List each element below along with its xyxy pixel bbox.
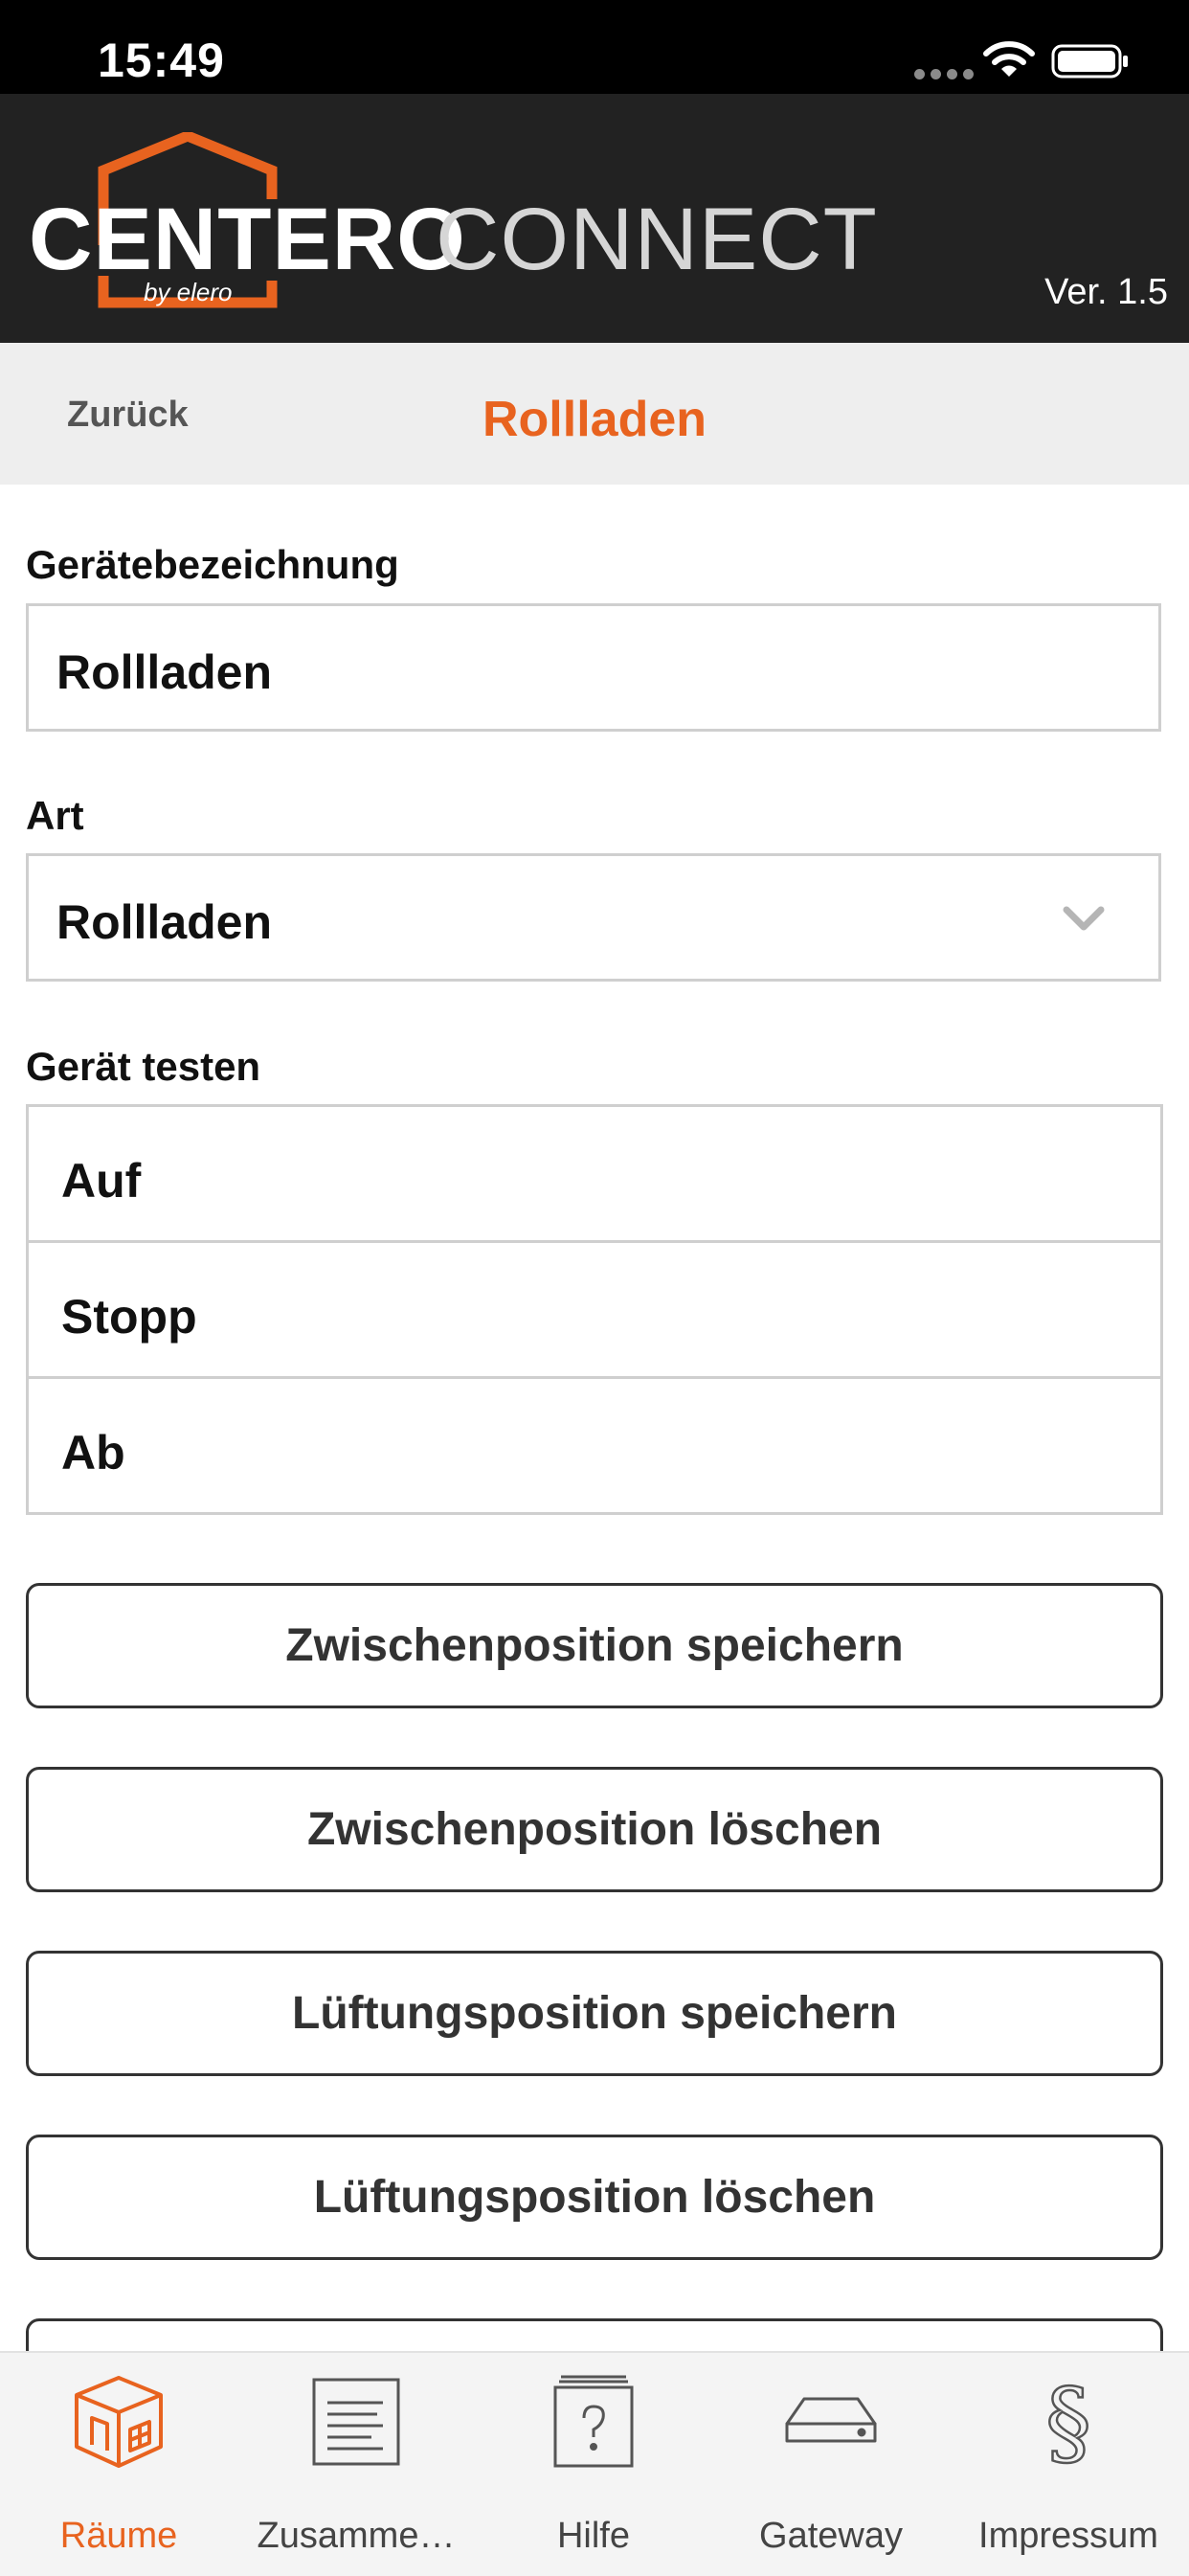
test-up-label: Auf (61, 1154, 142, 1208)
tab-rooms-label: Räume (59, 2516, 178, 2556)
test-stop-label: Stopp (61, 1290, 197, 1344)
device-name-label: Gerätebezeichnung (26, 542, 399, 587)
rooms-icon (75, 2376, 163, 2468)
tab-gateway[interactable]: Gateway (712, 2353, 950, 2576)
status-time: 15:49 (98, 34, 225, 87)
back-button[interactable]: Zurück (67, 395, 189, 436)
type-select[interactable]: Rollladen (26, 853, 1161, 982)
tab-bar: Räume Zusamme… Hilfe Gateway § Impressum (0, 2351, 1189, 2576)
summary-icon (312, 2378, 400, 2466)
save-ventilation-position-button[interactable]: Lüftungsposition speichern (26, 1951, 1163, 2076)
device-test-group: Auf Stopp Ab (26, 1104, 1163, 1515)
test-up-button[interactable]: Auf (26, 1104, 1163, 1243)
type-label: Art (26, 793, 84, 838)
battery-icon (1051, 44, 1128, 79)
test-stop-button[interactable]: Stopp (26, 1240, 1163, 1379)
tab-impressum[interactable]: § Impressum (950, 2353, 1187, 2576)
test-down-button[interactable]: Ab (26, 1376, 1163, 1515)
tab-summary-label: Zusamme… (257, 2516, 456, 2556)
logo-text-by-elero: by elero (144, 278, 233, 306)
tab-help-label: Hilfe (556, 2516, 631, 2556)
navigation-bar: Rollladen Zurück (0, 343, 1189, 485)
device-test-label: Gerät testen (26, 1044, 261, 1089)
centero-connect-logo: CENTERO CONNECT by elero (29, 132, 877, 314)
tab-summary[interactable]: Zusamme… (237, 2353, 475, 2576)
svg-text:§: § (1045, 2374, 1091, 2470)
logo-text-connect: CONNECT (436, 191, 878, 288)
device-name-input[interactable]: Rollladen (26, 603, 1161, 732)
logo-text-centero: CENTERO (29, 191, 466, 288)
gateway-icon (785, 2397, 877, 2443)
tab-help[interactable]: Hilfe (475, 2353, 712, 2576)
delete-ventilation-position-button[interactable]: Lüftungsposition löschen (26, 2135, 1163, 2260)
tab-gateway-label: Gateway (759, 2516, 903, 2556)
test-down-label: Ab (61, 1426, 125, 1480)
chevron-down-icon (1063, 906, 1105, 931)
type-value: Rollladen (56, 895, 273, 949)
save-intermediate-position-button[interactable]: Zwischenposition speichern (26, 1583, 1163, 1708)
tab-rooms[interactable]: Räume (0, 2353, 237, 2576)
device-name-value: Rollladen (56, 645, 273, 699)
wifi-icon (983, 41, 1035, 77)
status-bar: 15:49 (0, 0, 1189, 94)
app-header: CENTERO CONNECT by elero Ver. 1.5 (0, 94, 1189, 343)
cellular-signal-icon (914, 69, 974, 79)
help-icon (553, 2375, 634, 2468)
tab-impressum-label: Impressum (978, 2516, 1158, 2556)
version-label: Ver. 1.5 (1044, 272, 1168, 312)
impressum-icon: § (1044, 2374, 1093, 2470)
delete-intermediate-position-button[interactable]: Zwischenposition löschen (26, 1767, 1163, 1892)
